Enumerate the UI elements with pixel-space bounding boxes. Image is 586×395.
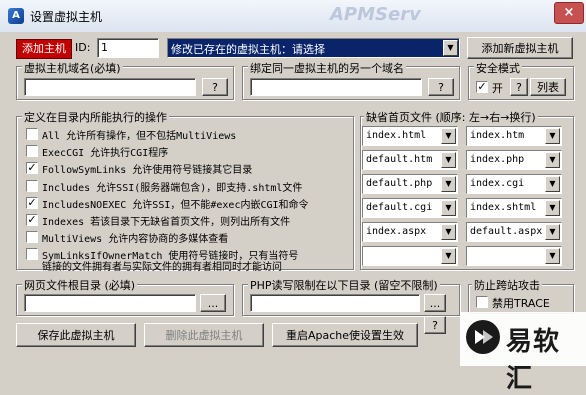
option-label-continued: 链接的文件拥有者与实际文件的拥有者相同时才能访问 bbox=[42, 262, 282, 273]
anti-leech-label: 防止跨站攻击 bbox=[472, 277, 542, 293]
option-checkbox[interactable]: ✓ bbox=[26, 214, 38, 226]
index-file-select[interactable]: ▼ bbox=[362, 246, 458, 266]
option-checkbox[interactable] bbox=[26, 128, 38, 140]
chevron-down-icon[interactable]: ▼ bbox=[441, 152, 456, 168]
index-file-value: index.html bbox=[366, 130, 427, 141]
host-select[interactable]: 修改已存在的虚拟主机：请选择 ▼ bbox=[167, 38, 460, 58]
option-label: All 允许所有操作，但不包括MultiViews bbox=[42, 131, 237, 142]
php-dir-input[interactable] bbox=[250, 294, 420, 312]
chevron-down-icon[interactable]: ▼ bbox=[545, 224, 560, 240]
index-file-value: index.shtml bbox=[470, 202, 537, 213]
option-label: ExecCGI 允许执行CGI程序 bbox=[42, 148, 169, 159]
title-watermark: APMServ bbox=[330, 4, 421, 25]
option-label: FollowSymLinks 允许使用符号链接其它目录 bbox=[42, 165, 253, 176]
option-label: Indexes 若该目录下无缺省首页文件，则列出所有文件 bbox=[42, 217, 291, 228]
index-file-select[interactable]: default.php ▼ bbox=[362, 174, 458, 194]
option-checkbox[interactable] bbox=[26, 231, 38, 243]
chevron-down-icon[interactable]: ▼ bbox=[441, 224, 456, 240]
brand-logo-icon bbox=[466, 320, 500, 354]
alias-help-button[interactable]: ? bbox=[428, 78, 454, 96]
option-label: IncludesNOEXEC 允许SSI，但不能#exec内嵌CGI和命令 bbox=[42, 200, 309, 211]
option-checkbox[interactable]: ✓ bbox=[26, 162, 38, 174]
index-file-value: index.aspx bbox=[366, 226, 427, 237]
chevron-down-icon[interactable]: ▼ bbox=[545, 128, 560, 144]
options-label: 定义在目录内所能执行的操作 bbox=[22, 109, 169, 125]
php-dir-help-button[interactable]: ? bbox=[424, 316, 446, 334]
chevron-down-icon[interactable]: ▼ bbox=[545, 200, 560, 216]
php-dir-label: PHP读写限制在以下目录 (留空不限制) bbox=[248, 277, 440, 293]
host-select-value: 修改已存在的虚拟主机：请选择 bbox=[171, 43, 325, 56]
index-file-value: default.aspx bbox=[470, 226, 543, 237]
add-new-host-button[interactable]: 添加新虚拟主机 bbox=[467, 37, 573, 59]
restart-apache-button[interactable]: 重启Apache使设置生效 bbox=[272, 323, 418, 347]
chevron-down-icon[interactable]: ▼ bbox=[545, 176, 560, 192]
add-host-tag: 添加主机 bbox=[16, 39, 72, 59]
security-list-button[interactable]: 列表 bbox=[530, 78, 566, 96]
index-file-select[interactable]: index.aspx ▼ bbox=[362, 222, 458, 242]
window-title: 设置虚拟主机 bbox=[30, 10, 103, 24]
chevron-down-icon[interactable]: ▼ bbox=[443, 40, 458, 56]
security-on-label: 开 bbox=[492, 82, 503, 95]
chevron-down-icon[interactable]: ▼ bbox=[441, 176, 456, 192]
trace-checkbox[interactable] bbox=[476, 296, 488, 308]
chevron-down-icon[interactable]: ▼ bbox=[441, 248, 456, 264]
save-host-button[interactable]: 保存此虚拟主机 bbox=[16, 323, 136, 347]
index-file-value: index.htm bbox=[470, 130, 525, 141]
index-file-select[interactable]: index.shtml ▼ bbox=[466, 198, 562, 218]
security-on-checkbox[interactable]: ✓ bbox=[476, 81, 488, 93]
id-field[interactable]: 1 bbox=[97, 38, 159, 58]
webroot-label: 网页文件根目录 (必填) bbox=[22, 277, 138, 293]
brand-text: 易软汇 bbox=[506, 327, 561, 394]
index-file-value: default.cgi bbox=[366, 202, 433, 213]
alias-input[interactable] bbox=[250, 78, 422, 96]
index-file-select[interactable]: index.htm ▼ bbox=[466, 126, 562, 146]
php-dir-browse-button[interactable]: ... bbox=[424, 294, 446, 312]
chevron-down-icon[interactable]: ▼ bbox=[441, 200, 456, 216]
trace-label: 禁用TRACE bbox=[492, 297, 550, 310]
option-checkbox[interactable] bbox=[26, 248, 38, 260]
app-icon: A bbox=[8, 8, 24, 24]
alias-label: 绑定同一虚拟主机的另一个域名 bbox=[248, 60, 406, 76]
index-file-select[interactable]: index.php ▼ bbox=[466, 150, 562, 170]
index-file-select[interactable]: index.html ▼ bbox=[362, 126, 458, 146]
chevron-down-icon[interactable]: ▼ bbox=[545, 248, 560, 264]
domain-help-button[interactable]: ? bbox=[202, 78, 228, 96]
id-label: ID: bbox=[75, 41, 91, 54]
index-file-select[interactable]: default.htm ▼ bbox=[362, 150, 458, 170]
option-checkbox[interactable] bbox=[26, 145, 38, 157]
index-file-value: default.php bbox=[366, 178, 433, 189]
index-file-select[interactable]: default.cgi ▼ bbox=[362, 198, 458, 218]
webroot-browse-button[interactable]: ... bbox=[200, 294, 226, 312]
security-help-button[interactable]: ? bbox=[510, 78, 528, 96]
index-file-select[interactable]: index.cgi ▼ bbox=[466, 174, 562, 194]
index-file-select[interactable]: ▼ bbox=[466, 246, 562, 266]
security-label: 安全模式 bbox=[474, 60, 522, 76]
option-checkbox[interactable]: ✓ bbox=[26, 197, 38, 209]
option-label: Includes 允许SSI(服务器端包含)，即支持.shtml文件 bbox=[42, 183, 303, 194]
index-file-select[interactable]: default.aspx ▼ bbox=[466, 222, 562, 242]
domain-label: 虚拟主机域名(必填) bbox=[22, 60, 123, 76]
index-file-value: index.php bbox=[470, 154, 525, 165]
option-checkbox[interactable] bbox=[26, 180, 38, 192]
index-file-value: index.cgi bbox=[470, 178, 525, 189]
index-files-label: 缺省首页文件 (顺序: 左→右→换行) bbox=[364, 109, 538, 125]
domain-input[interactable] bbox=[24, 78, 196, 96]
delete-host-button[interactable]: 删除此虚拟主机 bbox=[144, 323, 264, 347]
option-label: MultiViews 允许内容协商的多媒体查看 bbox=[42, 234, 229, 245]
webroot-input[interactable] bbox=[24, 294, 196, 312]
index-file-value: default.htm bbox=[366, 154, 433, 165]
close-button[interactable]: × bbox=[554, 2, 584, 24]
chevron-down-icon[interactable]: ▼ bbox=[441, 128, 456, 144]
chevron-down-icon[interactable]: ▼ bbox=[545, 152, 560, 168]
